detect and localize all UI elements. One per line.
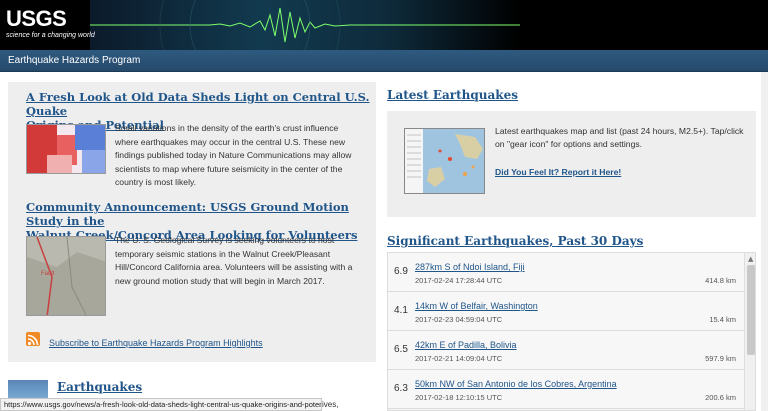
earthquake-magnitude: 6.3 — [394, 383, 408, 394]
earthquake-list-item[interactable]: 6.5 42km E of Padilla, Bolivia 2017-02-2… — [388, 331, 744, 370]
did-you-feel-it-link[interactable]: Did You Feel It? Report it Here! — [495, 167, 621, 177]
earthquake-magnitude: 4.1 — [394, 305, 408, 316]
earthquake-depth: 414.8 km — [705, 276, 736, 285]
earthquake-time: 2017-02-24 17:28:44 UTC — [415, 276, 503, 285]
header-banner: USGS science for a changing world — [0, 0, 768, 50]
subscribe-link[interactable]: Subscribe to Earthquake Hazards Program … — [49, 338, 263, 348]
fault-label: Fault — [41, 271, 55, 277]
earthquake-list-item[interactable]: 4.1 14km W of Belfair, Washington 2017-0… — [388, 292, 744, 331]
latest-earthquakes-description: Latest earthquakes map and list (past 24… — [495, 126, 744, 149]
earthquake-list-item[interactable]: 6.9 287km S of Ndoi Island, Fiji 2017-02… — [388, 253, 744, 292]
latest-earthquakes-panel: Latest earthquakes map and list (past 24… — [387, 111, 756, 217]
earthquake-magnitude: 6.5 — [394, 344, 408, 355]
program-bar: Earthquake Hazards Program — [0, 50, 768, 72]
program-title[interactable]: Earthquake Hazards Program — [8, 55, 140, 66]
scroll-up-arrow-icon[interactable]: ▲ — [748, 255, 753, 263]
earthquake-time: 2017-02-21 14:09:04 UTC — [415, 354, 503, 363]
earthquake-location-link[interactable]: 14km W of Belfair, Washington — [415, 301, 538, 311]
earthquake-location-link[interactable]: 42km E of Padilla, Bolivia — [415, 340, 517, 350]
earthquake-depth: 200.6 km — [705, 393, 736, 402]
page-scrollbar[interactable] — [761, 72, 768, 411]
story-1-body: Small variations in the density of the e… — [115, 123, 352, 187]
earthquake-list-item[interactable]: 6.3 50km NW of San Antonio de los Cobres… — [388, 370, 744, 409]
story-2-body: The U. S. Geological Survey is seeking v… — [115, 235, 353, 286]
earthquake-depth: 597.9 km — [705, 354, 736, 363]
earthquake-time: 2017-02-18 12:10:15 UTC — [415, 393, 503, 402]
story-1-image[interactable] — [26, 124, 106, 174]
earthquake-depth: 15.4 km — [709, 315, 736, 324]
seismogram-graphic — [90, 0, 520, 50]
significant-earthquakes-heading[interactable]: Significant Earthquakes, Past 30 Days — [387, 234, 643, 248]
story-2-image[interactable]: Fault — [26, 236, 106, 316]
list-scrollbar[interactable]: ▲ — [744, 253, 755, 410]
earthquake-location-link[interactable]: 50km NW of San Antonio de los Cobres, Ar… — [415, 379, 617, 389]
rss-icon[interactable] — [26, 332, 40, 346]
list-scroll-thumb[interactable] — [747, 265, 755, 355]
latest-earthquakes-heading[interactable]: Latest Earthquakes — [387, 88, 518, 102]
earthquakes-heading[interactable]: Earthquakes — [57, 380, 142, 394]
status-bar-url: https://www.usgs.gov/news/a-fresh-look-o… — [0, 398, 322, 411]
usgs-logo[interactable]: USGS science for a changing world — [6, 8, 95, 40]
earthquake-location-link[interactable]: 287km S of Ndoi Island, Fiji — [415, 262, 525, 272]
highlights-panel: A Fresh Look at Old Data Sheds Light on … — [8, 82, 376, 362]
usgs-tagline: science for a changing world — [6, 32, 95, 39]
earthquake-time: 2017-02-23 04:59:04 UTC — [415, 315, 503, 324]
significant-earthquakes-list[interactable]: 6.9 287km S of Ndoi Island, Fiji 2017-02… — [387, 252, 756, 411]
latest-earthquakes-map[interactable] — [404, 128, 485, 194]
obscured-text-fragment: ives, — [322, 400, 339, 409]
earthquake-magnitude: 6.9 — [394, 266, 408, 277]
usgs-logo-mark: USGS — [6, 6, 67, 31]
